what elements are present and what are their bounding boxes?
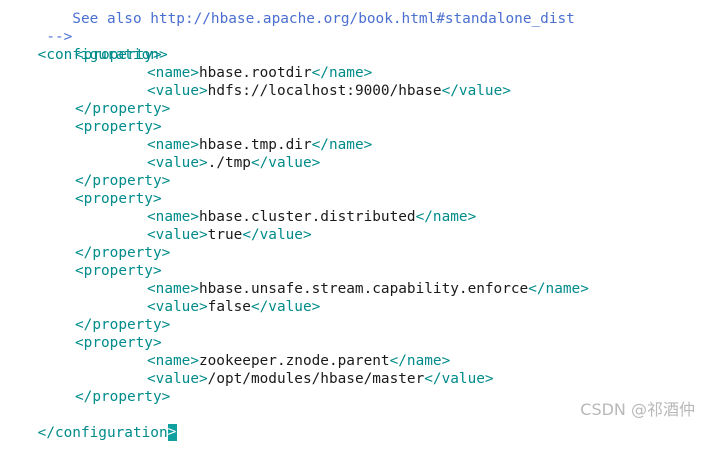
property-open-line: <property> bbox=[75, 119, 162, 135]
property-value-text: ./tmp bbox=[207, 155, 251, 171]
comment-close-line: --> bbox=[37, 29, 73, 45]
property-name-text: hbase.cluster.distributed bbox=[198, 209, 416, 225]
property-name-line: <name>hbase.unsafe.stream.capability.enf… bbox=[147, 281, 589, 297]
property-value-text: true bbox=[207, 227, 243, 243]
property-value-text: false bbox=[207, 299, 251, 315]
property-close-line: </property> bbox=[75, 101, 171, 117]
property-open-line: <property> bbox=[75, 47, 162, 63]
property-name-line: <name>hbase.cluster.distributed</name> bbox=[147, 209, 477, 225]
property-value-line: <value>./tmp</value> bbox=[147, 155, 321, 171]
configuration-open-line: <configuration> bbox=[37, 47, 168, 63]
property-name-text: hbase.rootdir bbox=[198, 65, 312, 81]
text-editor[interactable]: See also http://hbase.apache.org/book.ht… bbox=[0, 0, 711, 441]
property-close-line: </property> bbox=[75, 173, 171, 189]
property-value-line: <value>true</value> bbox=[147, 227, 312, 243]
property-value-line: <value>hdfs://localhost:9000/hbase</valu… bbox=[147, 83, 511, 99]
property-name-line: <name>hbase.tmp.dir</name> bbox=[147, 137, 373, 153]
text-cursor: > bbox=[167, 424, 177, 441]
property-name-line: <name>hbase.rootdir</name> bbox=[147, 65, 373, 81]
property-value-text: /opt/modules/hbase/master bbox=[207, 371, 425, 387]
property-name-line: <name>zookeeper.znode.parent</name> bbox=[147, 353, 451, 369]
property-name-text: hbase.unsafe.stream.capability.enforce bbox=[198, 281, 529, 297]
property-name-text: zookeeper.znode.parent bbox=[198, 353, 390, 369]
property-name-text: hbase.tmp.dir bbox=[198, 137, 312, 153]
watermark: CSDN @祁酒仲 bbox=[580, 400, 695, 419]
property-close-line: </property> bbox=[75, 389, 171, 405]
property-open-line: <property> bbox=[75, 263, 162, 279]
comment-line-partial: See also http://hbase.apache.org/book.ht… bbox=[37, 11, 575, 27]
property-close-line: </property> bbox=[75, 317, 171, 333]
configuration-close-line: </configuration> bbox=[37, 424, 177, 441]
property-close-line: </property> bbox=[75, 245, 171, 261]
property-value-text: hdfs://localhost:9000/hbase bbox=[207, 83, 442, 99]
property-open-line: <property> bbox=[75, 191, 162, 207]
property-value-line: <value>false</value> bbox=[147, 299, 321, 315]
property-open-line: <property> bbox=[75, 335, 162, 351]
property-value-line: <value>/opt/modules/hbase/master</value> bbox=[147, 371, 494, 387]
